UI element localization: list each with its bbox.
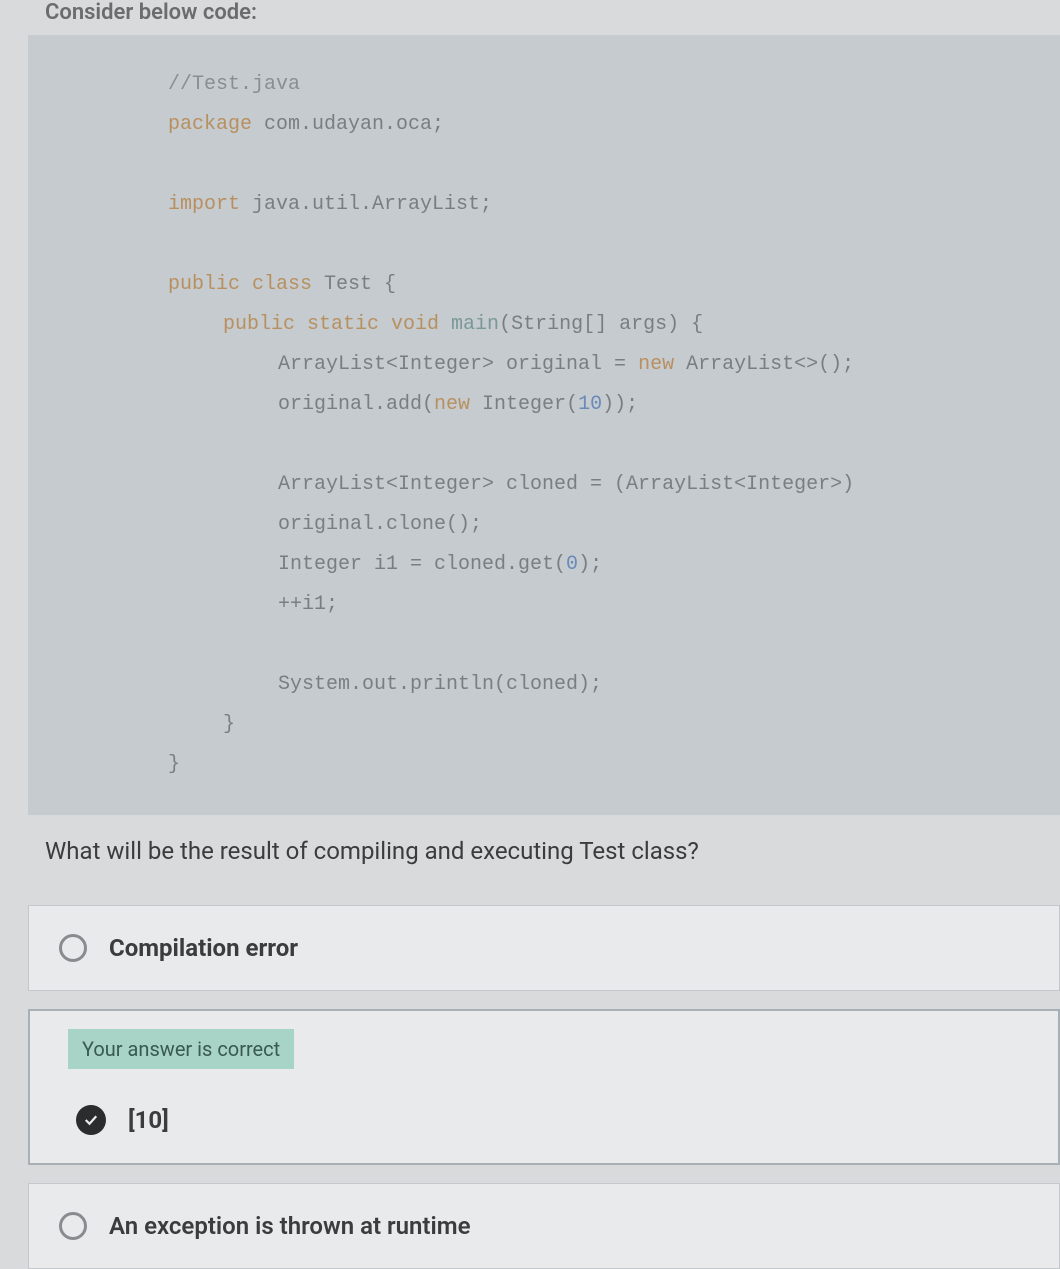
question-text: What will be the result of compiling and… [0, 815, 1060, 887]
code-block: //Test.java package com.udayan.oca; impo… [28, 35, 1060, 815]
code-text: )); [602, 393, 638, 416]
code-text: ); [578, 553, 602, 576]
code-type: Test [312, 273, 372, 296]
answer-option-b[interactable]: Your answer is correct [10] [28, 1009, 1060, 1165]
check-icon [76, 1105, 106, 1135]
answer-option-a[interactable]: Compilation error [28, 905, 1060, 991]
radio-icon [59, 1212, 87, 1240]
code-keyword: new [434, 393, 470, 416]
code-keyword: public static void [223, 313, 439, 336]
radio-icon [59, 934, 87, 962]
code-comment: //Test.java [168, 73, 300, 96]
option-label: [10] [128, 1106, 169, 1134]
code-text: java.util.ArrayList; [240, 193, 492, 216]
code-text: ArrayList<Integer> original = [278, 353, 638, 376]
code-keyword: public class [168, 273, 312, 296]
code-text: original.add( [278, 393, 434, 416]
code-number: 0 [566, 553, 578, 576]
option-label: Compilation error [109, 934, 298, 962]
code-text: } [168, 753, 180, 776]
code-keyword: package [168, 113, 252, 136]
code-text: ++i1; [278, 593, 338, 616]
correct-badge: Your answer is correct [68, 1029, 294, 1069]
code-keyword: import [168, 193, 240, 216]
code-text: (String[] args) { [499, 313, 703, 336]
code-text: com.udayan.oca; [252, 113, 444, 136]
intro-text: Consider below code: [0, 0, 1060, 35]
code-number: 10 [578, 393, 602, 416]
option-label: An exception is thrown at runtime [109, 1212, 470, 1240]
code-text: } [223, 713, 235, 736]
code-text: System.out.println(cloned); [278, 673, 602, 696]
code-method: main [439, 313, 499, 336]
code-text: ArrayList<Integer> cloned = (ArrayList<I… [278, 473, 854, 536]
code-text: Integer( [470, 393, 578, 416]
code-text: ArrayList<>(); [674, 353, 854, 376]
code-text: { [372, 273, 396, 296]
code-keyword: new [638, 353, 674, 376]
code-text: Integer i1 = cloned.get( [278, 553, 566, 576]
answer-option-c[interactable]: An exception is thrown at runtime [28, 1183, 1060, 1269]
